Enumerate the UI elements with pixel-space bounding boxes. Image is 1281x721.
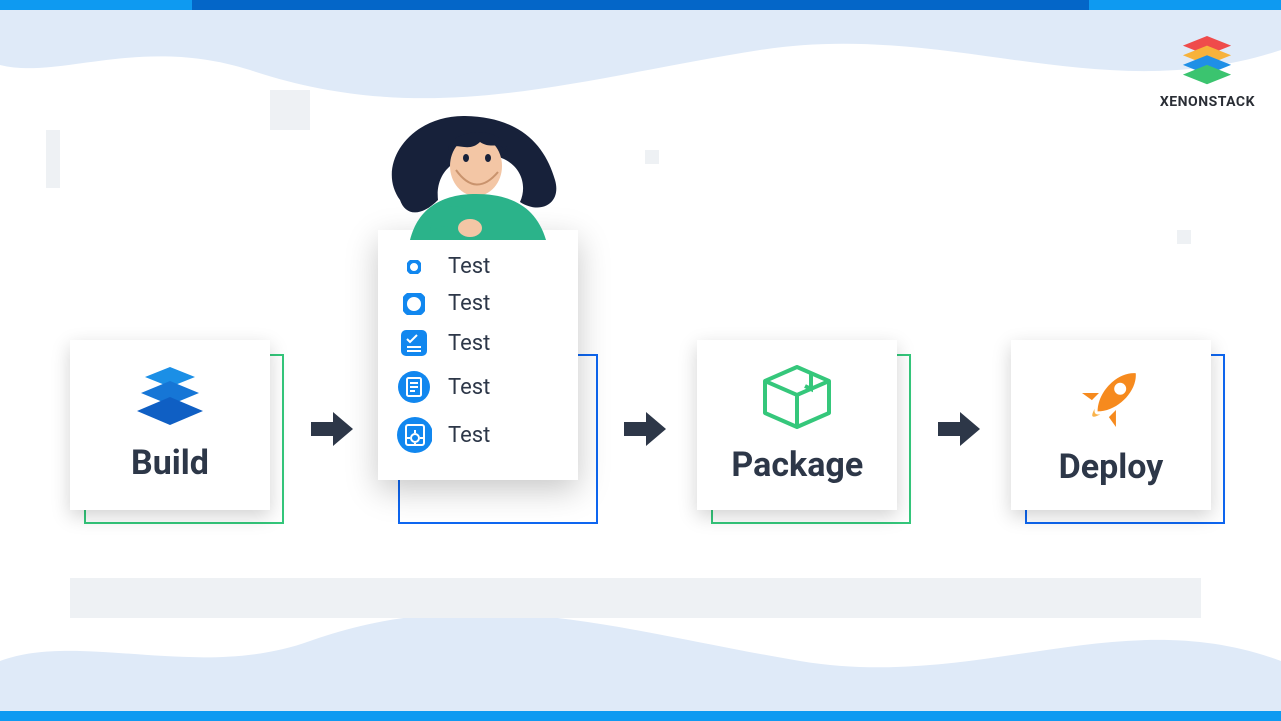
brand-logo: XENONSTACK [1160, 36, 1255, 110]
brand-name: XENONSTACK [1160, 94, 1255, 110]
stage-deploy: Deploy [1011, 340, 1221, 518]
test-item-label: Test [448, 423, 490, 448]
test-item-label: Test [448, 291, 490, 316]
decoration-square [270, 90, 310, 130]
test-item-label: Test [448, 331, 490, 356]
test-item: Test [392, 322, 564, 364]
stack-icon [1178, 36, 1236, 90]
pipeline-flow: Build Test Package [70, 340, 1221, 518]
test-panel: Test Test Test Test [378, 230, 578, 480]
test-item-label: Test [448, 254, 490, 279]
arrow-icon [938, 412, 980, 446]
test-item-label: Test [448, 375, 490, 400]
decoration-square [1177, 230, 1191, 244]
dot-large-icon [396, 293, 432, 315]
stage-label: Build [131, 443, 209, 483]
arrow-icon [311, 412, 353, 446]
wave-top [0, 10, 1281, 130]
arrow-icon [624, 412, 666, 446]
checklist-icon [396, 328, 432, 358]
test-item: Test [392, 248, 564, 285]
decoration-square [645, 150, 659, 164]
test-item: Test [392, 364, 564, 410]
stage-card: Deploy [1011, 340, 1211, 510]
dot-small-icon [396, 260, 432, 274]
report-icon [396, 370, 432, 404]
stage-label: Package [731, 445, 863, 485]
stage-build: Build [70, 340, 280, 518]
stage-package: Package [697, 340, 907, 518]
stage-label: Deploy [1059, 447, 1164, 487]
bottom-bar [0, 711, 1281, 721]
bottom-strip [70, 578, 1201, 618]
stage-card: Package [697, 340, 897, 510]
config-icon [396, 416, 432, 454]
package-icon [761, 365, 833, 431]
top-bar-inner [192, 0, 1089, 10]
rocket-icon [1079, 363, 1143, 433]
test-item: Test [392, 285, 564, 322]
layers-icon [135, 367, 205, 429]
stage-card: Build [70, 340, 270, 510]
decoration-square [46, 130, 60, 188]
test-item: Test [392, 410, 564, 460]
person-illustration [380, 110, 576, 240]
